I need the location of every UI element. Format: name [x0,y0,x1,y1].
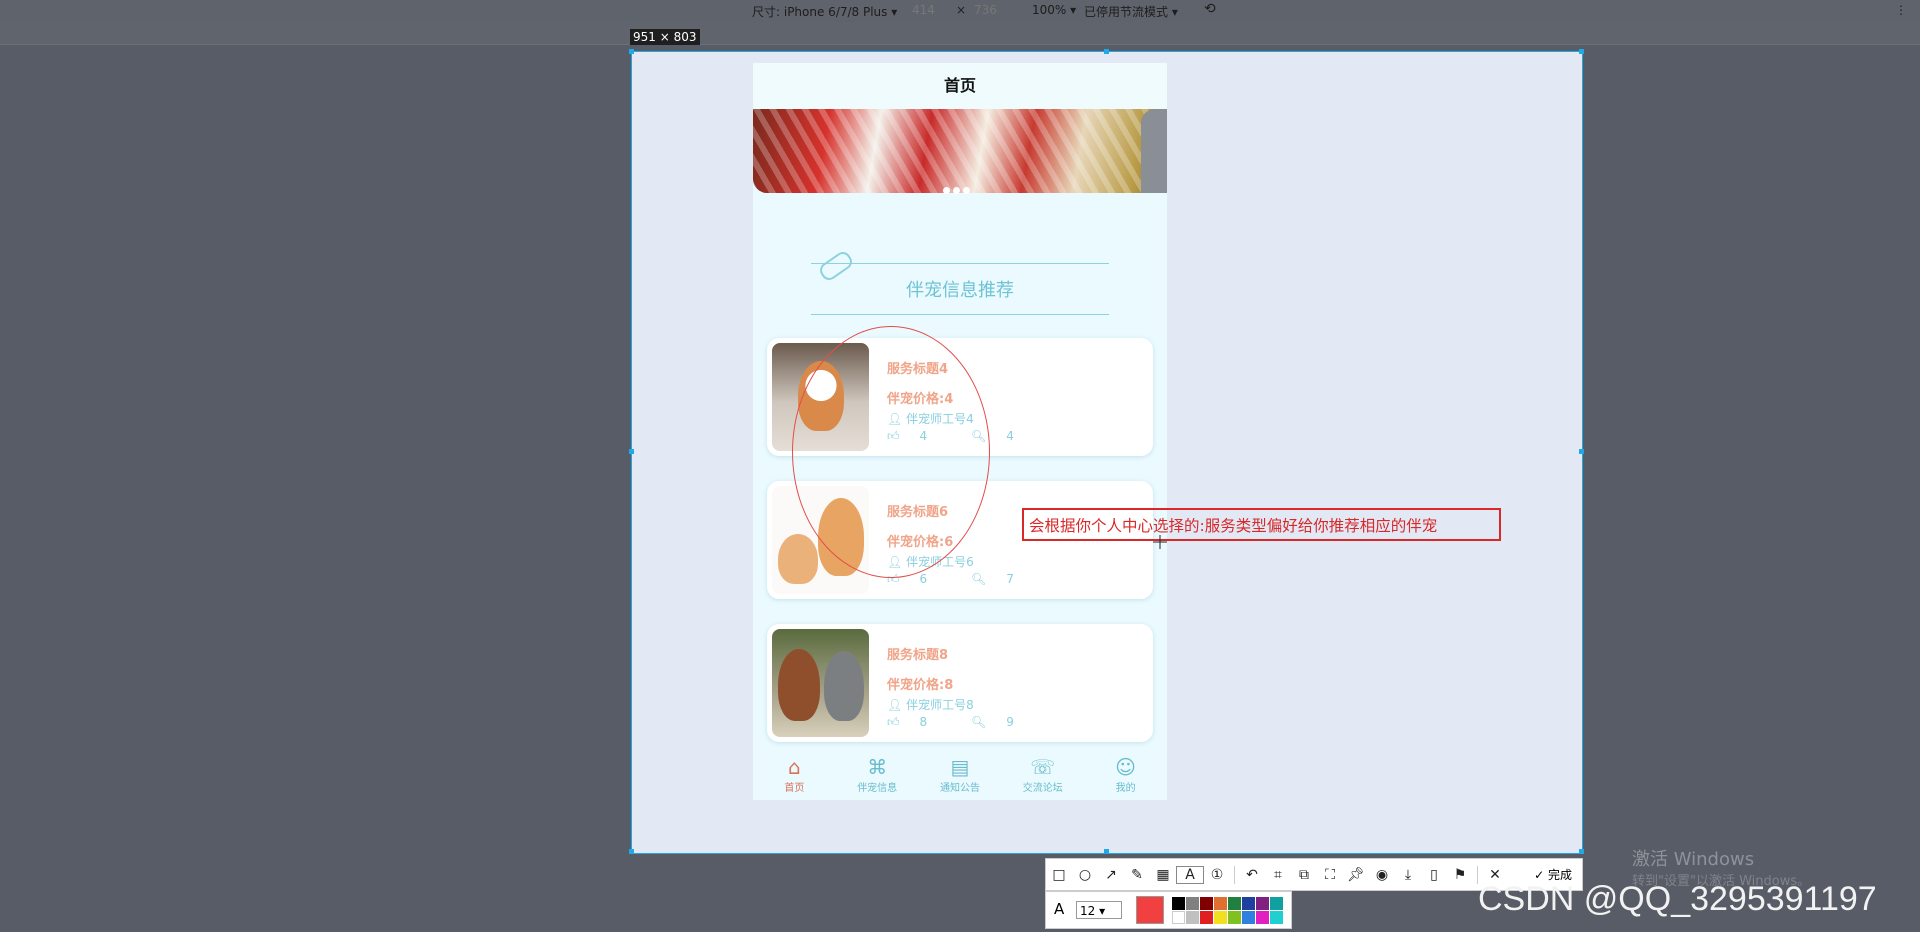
resize-handle[interactable] [629,449,634,454]
download-icon[interactable]: ⤓ [1395,867,1421,883]
page-title: 首页 [753,63,1167,109]
annotation-ellipse[interactable] [792,326,990,578]
record-icon[interactable]: ◉ [1369,867,1395,883]
view-count: 4 [1006,429,1014,443]
mosaic-icon[interactable]: ▦ [1150,867,1176,883]
staff-id: 👤︎ 伴宠师工号8 [887,698,974,712]
snip-style-panel: A 12 ▾ [1045,891,1292,929]
color-palette[interactable] [1172,896,1283,924]
devtools-toolbar: 尺寸: iPhone 6/7/8 Plus ▾ 414 × 736 100% ▾… [0,0,1920,22]
pet-image [772,629,869,737]
home-icon: ⌂ [788,755,801,779]
service-title: 服务标题8 [887,648,949,663]
tab-home[interactable]: ⌂ 首页 [753,751,836,800]
translate-icon[interactable]: ⧉ [1291,867,1317,883]
arrow-icon[interactable]: ↗ [1098,867,1124,883]
resize-handle[interactable] [629,49,634,54]
text-tool-icon[interactable]: A [1176,865,1204,884]
width-input[interactable]: 414 [912,3,935,17]
pet-card[interactable]: 服务标题8 伴宠价格:8 👤︎ 伴宠师工号8 👍︎ 8 🔍︎ 9 [767,624,1153,742]
tab-mine[interactable]: ☺ 我的 [1084,751,1167,800]
phone-icon[interactable]: ▯ [1421,867,1447,883]
scan-icon[interactable]: ⛶ [1317,867,1343,883]
ruler [0,22,1920,45]
view-count: 9 [1006,715,1014,729]
card-stats: 👍︎ 8 🔍︎ 9 [887,715,1054,730]
bookmark-icon[interactable]: ⚑ [1447,867,1473,883]
user-icon: ☺ [1115,755,1137,779]
selection-size-tag: 951 × 803 [630,29,700,45]
tab-forum[interactable]: ☏ 交流论坛 [1001,751,1084,800]
device-select[interactable]: 尺寸: iPhone 6/7/8 Plus ▾ [752,3,897,20]
ellipse-icon[interactable]: ○ [1072,867,1098,883]
section-title: 伴宠信息推荐 [906,280,1014,301]
font-size-select[interactable]: 12 ▾ [1076,901,1122,919]
bottom-tab-bar: ⌂ 首页 ⌘ 伴宠信息 ▤ 通知公告 ☏ 交流论坛 ☺ 我的 [753,751,1167,800]
font-icon: A [1054,900,1065,918]
rotate-icon[interactable]: ⟲ [1204,1,1216,17]
resize-handle[interactable] [1579,849,1584,854]
like-count: 6 [919,572,928,586]
csdn-watermark: CSDN @QQ_3295391197 [1478,880,1877,918]
rectangle-icon[interactable]: □ [1046,867,1072,883]
resize-handle[interactable] [1579,49,1584,54]
crosshair-cursor-icon [1153,535,1167,549]
more-icon[interactable]: ⋮ [1895,3,1907,17]
service-price: 伴宠价格:8 [887,678,954,693]
banner-next-slide [1141,109,1167,193]
number-icon[interactable]: ① [1204,867,1230,883]
thumbs-up-icon: 👍︎ [887,715,900,729]
times-sign: × [956,3,967,17]
resize-handle[interactable] [1579,449,1584,454]
view-icon: 🔍︎ [971,572,987,586]
like-count: 8 [919,715,928,729]
view-icon: 🔍︎ [971,715,987,729]
pin-icon[interactable]: 📌︎ [1343,867,1369,883]
news-icon: ▤ [950,755,970,779]
chat-icon: ☏ [1030,755,1056,779]
user-icon: 👤︎ [887,698,903,712]
zoom-select[interactable]: 100% ▾ [1032,3,1076,17]
ocr-icon[interactable]: ⌗ [1265,867,1291,883]
undo-icon[interactable]: ↶ [1239,867,1265,883]
resize-handle[interactable] [629,849,634,854]
pen-icon[interactable]: ✎ [1124,867,1150,883]
tab-notices[interactable]: ▤ 通知公告 [919,751,1002,800]
annotation-textbox[interactable]: 会根据你个人中心选择的:服务类型偏好给你推荐相应的伴宠 [1022,508,1501,541]
banner-carousel[interactable] [753,109,1167,194]
current-color-swatch[interactable] [1136,896,1164,924]
section-heading: 伴宠信息推荐 [811,248,1109,315]
resize-handle[interactable] [1104,49,1109,54]
height-input[interactable]: 736 [974,3,997,17]
throttle-select[interactable]: 已停用节流模式 ▾ [1084,3,1178,20]
carousel-indicator[interactable] [943,179,973,198]
resize-handle[interactable] [1104,849,1109,854]
windows-activation-watermark: 激活 Windows [1632,849,1755,870]
tab-pet-info[interactable]: ⌘ 伴宠信息 [836,751,919,800]
view-count: 7 [1006,572,1014,586]
grid-icon: ⌘ [867,755,888,779]
